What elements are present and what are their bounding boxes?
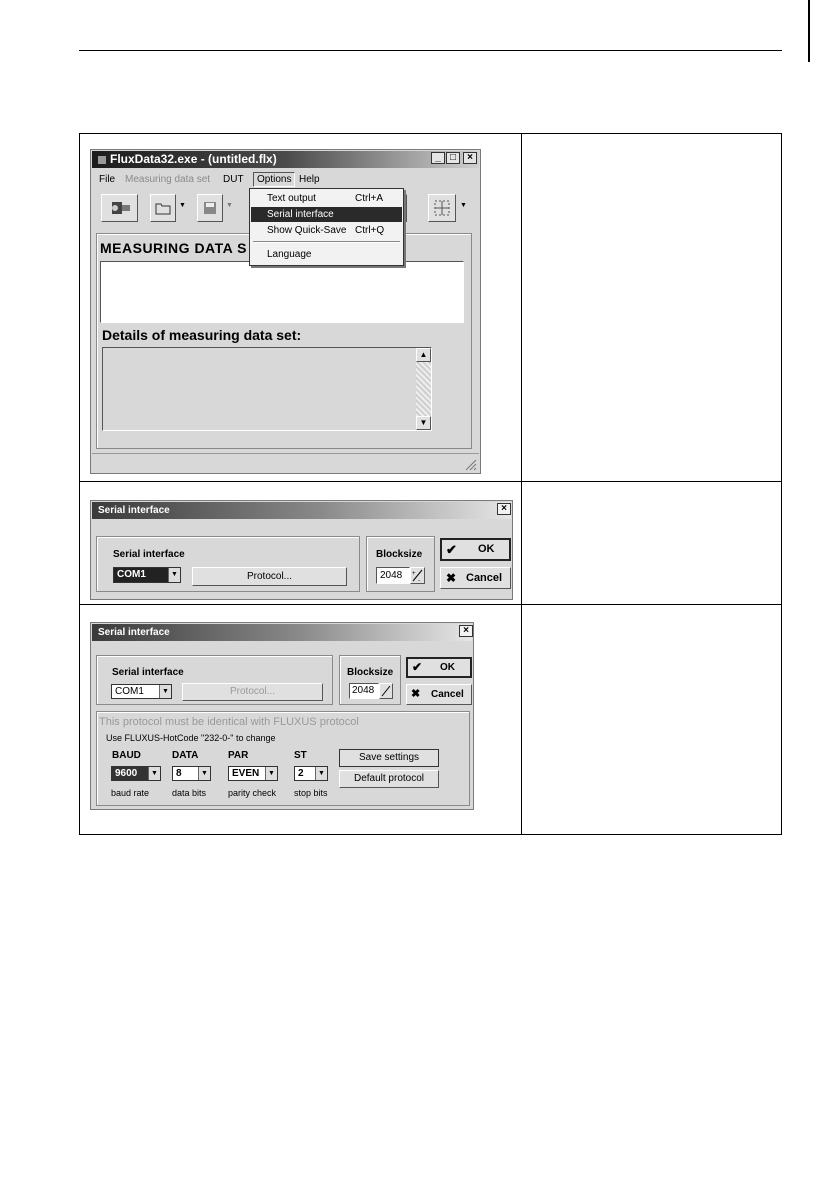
connect-icon	[112, 202, 130, 214]
open-dropdown-arrow[interactable]: ▼	[179, 202, 186, 209]
data-caption: data bits	[172, 788, 207, 798]
close-button[interactable]: ×	[463, 152, 477, 164]
grid-icon	[434, 200, 450, 216]
baud-select[interactable]: 9600 ▼	[111, 766, 161, 781]
protocol-button[interactable]: Protocol...	[192, 567, 347, 586]
dialog-title: Serial interface	[98, 627, 170, 638]
cancel-button[interactable]: ✖ Cancel	[406, 684, 472, 705]
checkmark-icon: ✔	[412, 660, 423, 674]
svg-text:-: -	[418, 578, 420, 583]
status-bar	[92, 453, 479, 472]
com-port-select[interactable]: COM1 ▼	[113, 567, 181, 583]
protocol-button[interactable]: Protocol...	[182, 683, 323, 701]
blocksize-label: Blocksize	[376, 549, 423, 560]
dialog-titlebar: Serial interface	[92, 624, 472, 641]
menu-bar: File Measuring data set DUT Options Help	[99, 172, 479, 188]
st-header: ST	[294, 750, 307, 761]
minimize-button[interactable]: _	[431, 152, 445, 164]
ok-button[interactable]: ✔ OK	[406, 657, 472, 678]
header-rule	[79, 50, 782, 51]
serial-interface-dialog-expanded: Serial interface × Serial interface COM1…	[90, 622, 474, 810]
menu-item-serial-interface[interactable]: Serial interface	[251, 207, 402, 222]
save-button[interactable]	[197, 194, 223, 222]
serial-interface-label: Serial interface	[112, 667, 184, 678]
st-caption: stop bits	[294, 788, 328, 798]
options-dropdown: Text output Ctrl+A Serial interface Show …	[249, 188, 404, 266]
blocksize-input[interactable]: 2048	[376, 567, 410, 584]
blocksize-spinner[interactable]: + -	[410, 567, 425, 584]
par-caption: parity check	[228, 788, 277, 798]
open-folder-icon	[155, 203, 171, 215]
open-button[interactable]	[150, 194, 176, 222]
save-dropdown-arrow[interactable]: ▼	[226, 202, 233, 209]
default-protocol-button[interactable]: Default protocol	[339, 770, 439, 788]
measuring-data-set-list[interactable]	[100, 261, 464, 323]
menu-item-show-quick-save[interactable]: Show Quick-Save Ctrl+Q	[251, 223, 402, 238]
menu-help[interactable]: Help	[299, 174, 320, 185]
grid-button[interactable]	[428, 194, 456, 222]
data-header: DATA	[172, 750, 199, 761]
page-edge-marker	[808, 0, 810, 62]
par-header: PAR	[228, 750, 249, 761]
spin-icon	[381, 685, 391, 697]
serial-interface-label: Serial interface	[113, 549, 185, 560]
save-disk-icon	[204, 202, 216, 214]
cancel-button[interactable]: ✖ Cancel	[440, 567, 511, 589]
blocksize-spinner[interactable]	[379, 683, 393, 699]
window-title: FluxData32.exe - (untitled.flx)	[110, 152, 277, 166]
menu-dut[interactable]: DUT	[223, 174, 244, 185]
cross-icon: ✖	[411, 688, 421, 700]
dialog-close-button[interactable]: ×	[459, 625, 473, 637]
table-row-divider	[79, 604, 782, 605]
window-titlebar: FluxData32.exe - (untitled.flx)	[92, 151, 479, 168]
resize-grip-icon[interactable]	[463, 457, 477, 471]
scroll-down-icon[interactable]: ▼	[416, 416, 431, 430]
menu-measuring-data-set[interactable]: Measuring data set	[125, 174, 210, 185]
dialog-close-button[interactable]: ×	[497, 503, 511, 515]
details-label: Details of measuring data set:	[102, 327, 302, 343]
spin-icon: +-	[412, 569, 423, 584]
svg-text:+: +	[412, 571, 416, 577]
dialog-title: Serial interface	[98, 505, 170, 516]
baud-caption: baud rate	[111, 788, 150, 798]
app-icon	[98, 155, 106, 164]
cross-icon: ✖	[446, 571, 457, 585]
dialog-titlebar: Serial interface	[92, 502, 511, 519]
ok-button[interactable]: ✔ OK	[440, 538, 511, 561]
menu-item-language[interactable]: Language	[251, 247, 402, 262]
stop-bits-select[interactable]: 2 ▼	[294, 766, 328, 781]
menu-options[interactable]: Options	[253, 172, 296, 187]
protocol-note: This protocol must be identical with FLU…	[99, 716, 359, 728]
serial-interface-dialog: Serial interface × Serial interface COM1…	[90, 500, 513, 600]
table-row-divider	[79, 481, 782, 482]
hotcode-hint: Use FLUXUS-HotCode "232-0-" to change	[106, 733, 276, 743]
data-bits-select[interactable]: 8 ▼	[172, 766, 211, 781]
menu-separator	[253, 241, 400, 243]
save-settings-button[interactable]: Save settings	[339, 749, 439, 767]
table-column-divider	[521, 133, 522, 835]
measuring-data-set-heading: MEASURING DATA S	[100, 240, 247, 256]
blocksize-label: Blocksize	[347, 667, 394, 678]
details-textarea[interactable]: ▲ ▼	[102, 347, 432, 431]
fluxdata-main-window: FluxData32.exe - (untitled.flx) _ □ × Fi…	[90, 149, 481, 474]
com-port-select[interactable]: COM1 ▼	[111, 684, 172, 699]
scroll-up-icon[interactable]: ▲	[416, 348, 431, 362]
grid-dropdown-arrow[interactable]: ▼	[460, 202, 467, 209]
checkmark-icon: ✔	[446, 542, 457, 557]
menu-file[interactable]: File	[99, 174, 115, 185]
connect-button[interactable]	[101, 194, 138, 222]
baud-header: BAUD	[112, 750, 141, 761]
parity-select[interactable]: EVEN ▼	[228, 766, 278, 781]
blocksize-input[interactable]: 2048	[349, 683, 379, 699]
maximize-button[interactable]: □	[446, 152, 460, 164]
menu-item-text-output[interactable]: Text output Ctrl+A	[251, 191, 402, 206]
